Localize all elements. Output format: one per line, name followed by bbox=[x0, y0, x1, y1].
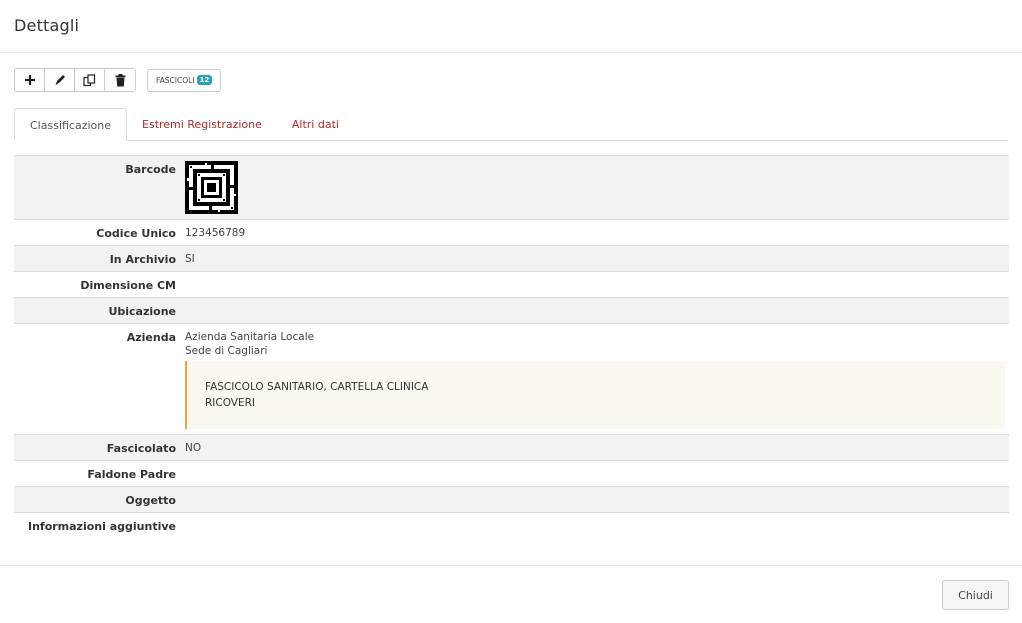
classification-note: FASCICOLO SANITARIO, CARTELLA CLINICA RI… bbox=[185, 361, 1005, 429]
action-button-group bbox=[14, 68, 136, 92]
fascicoli-button[interactable]: FASCICOLI 12 bbox=[147, 68, 222, 92]
informazioni-aggiuntive-value bbox=[176, 513, 1009, 539]
tab-estremi-registrazione[interactable]: Estremi Registrazione bbox=[127, 108, 277, 140]
plus-icon bbox=[24, 75, 35, 85]
tab-classificazione[interactable]: Classificazione bbox=[14, 108, 128, 141]
row-in-archivio: In Archivio SI bbox=[14, 246, 1009, 272]
row-azienda: Azienda Azienda Sanitaria Locale Sede di… bbox=[14, 324, 1009, 435]
fascicoli-count-badge: 12 bbox=[196, 75, 213, 85]
informazioni-aggiuntive-label: Informazioni aggiuntive bbox=[27, 520, 176, 533]
in-archivio-value: SI bbox=[185, 253, 195, 265]
tab-altri-dati[interactable]: Altri dati bbox=[277, 108, 354, 140]
barcode-label: Barcode bbox=[125, 163, 176, 176]
barcode-image bbox=[185, 161, 238, 214]
note-line-2: RICOVERI bbox=[205, 397, 256, 409]
dimensione-cm-value bbox=[176, 272, 1009, 297]
oggetto-value bbox=[176, 487, 1009, 512]
oggetto-label: Oggetto bbox=[125, 494, 176, 507]
note-line-1: FASCICOLO SANITARIO, CARTELLA CLINICA bbox=[205, 381, 429, 393]
row-informazioni-aggiuntive: Informazioni aggiuntive bbox=[14, 513, 1009, 539]
copy-button[interactable] bbox=[75, 69, 105, 91]
fascicolato-value: NO bbox=[185, 442, 202, 454]
details-table: Barcode Codice Unico 123456789 In Archiv… bbox=[14, 155, 1009, 539]
fascicoli-label: FASCICOLI bbox=[156, 75, 195, 85]
row-codice-unico: Codice Unico 123456789 bbox=[14, 220, 1009, 246]
azienda-value: Azienda Sanitaria Locale Sede di Cagliar… bbox=[176, 324, 1009, 434]
barcode-value bbox=[176, 156, 1009, 219]
add-button[interactable] bbox=[15, 69, 45, 91]
azienda-label: Azienda bbox=[126, 331, 176, 344]
in-archivio-label: In Archivio bbox=[109, 253, 176, 266]
ubicazione-label: Ubicazione bbox=[108, 305, 176, 318]
toolbar: FASCICOLI 12 bbox=[14, 68, 222, 92]
modal-header: Dettagli bbox=[0, 0, 1022, 53]
codice-unico-value: 123456789 bbox=[185, 227, 246, 239]
row-dimensione-cm: Dimensione CM bbox=[14, 272, 1009, 298]
close-button[interactable]: Chiudi bbox=[942, 580, 1009, 610]
row-oggetto: Oggetto bbox=[14, 487, 1009, 513]
trash-icon bbox=[115, 73, 125, 86]
fascicolato-label: Fascicolato bbox=[106, 442, 176, 455]
faldone-padre-value bbox=[176, 461, 1009, 486]
row-ubicazione: Ubicazione bbox=[14, 298, 1009, 324]
page-title: Dettagli bbox=[14, 16, 80, 35]
dimensione-cm-label: Dimensione CM bbox=[80, 279, 176, 292]
codice-unico-label: Codice Unico bbox=[96, 227, 176, 240]
faldone-padre-label: Faldone Padre bbox=[87, 468, 176, 481]
pencil-icon bbox=[55, 75, 65, 85]
modal-footer: Chiudi bbox=[0, 565, 1022, 623]
row-fascicolato: Fascicolato NO bbox=[14, 435, 1009, 461]
row-barcode: Barcode bbox=[14, 156, 1009, 220]
tab-bar: Classificazione Estremi Registrazione Al… bbox=[14, 108, 1008, 141]
delete-button[interactable] bbox=[105, 69, 135, 91]
ubicazione-value bbox=[176, 298, 1009, 323]
row-faldone-padre: Faldone Padre bbox=[14, 461, 1009, 487]
edit-button[interactable] bbox=[45, 69, 75, 91]
copy-icon bbox=[83, 73, 96, 86]
azienda-sede: Sede di Cagliari bbox=[185, 345, 268, 357]
